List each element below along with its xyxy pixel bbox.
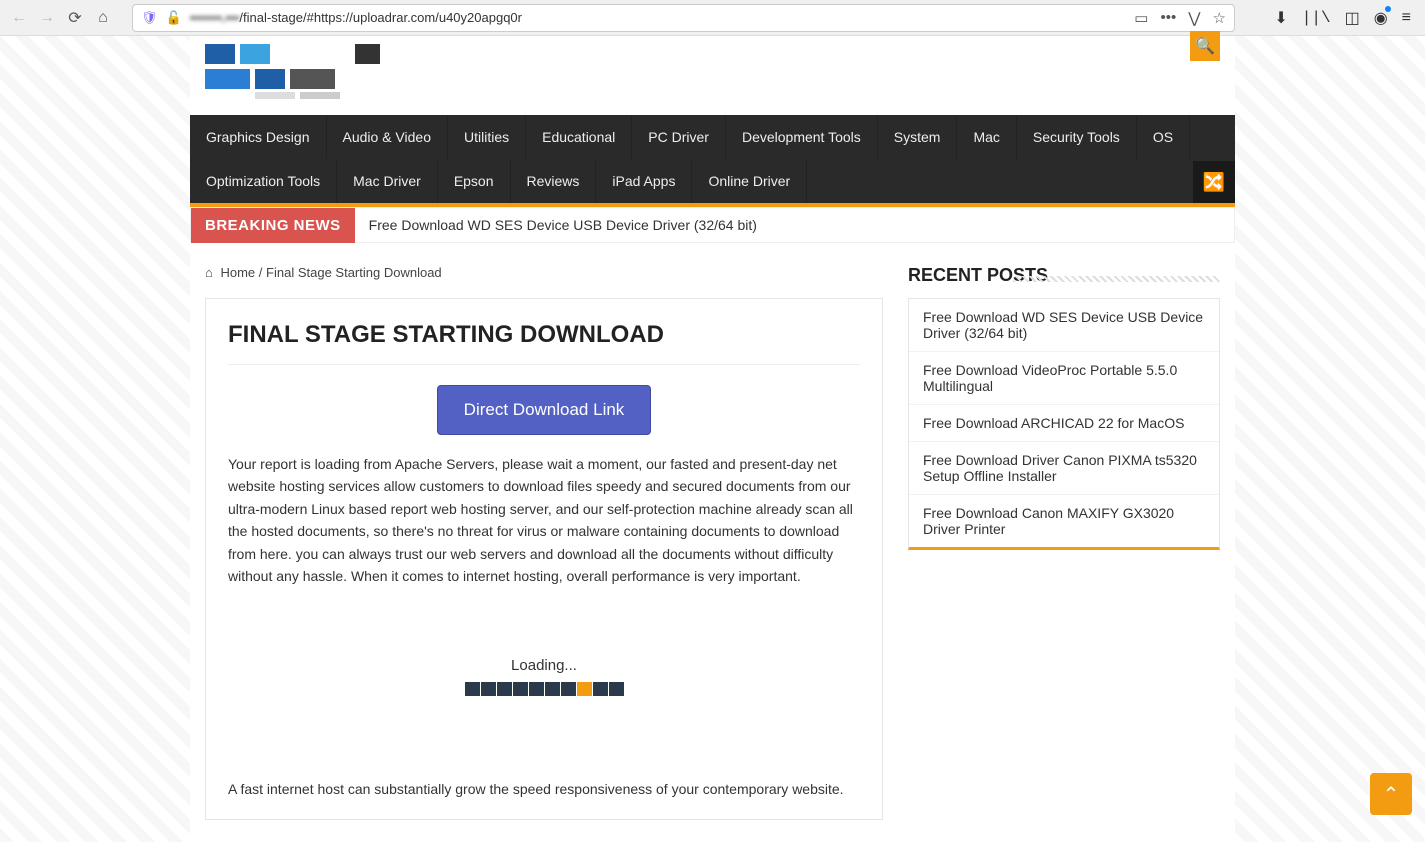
nav-item[interactable]: Utilities: [448, 115, 526, 159]
breadcrumb: ⌂ Home / Final Stage Starting Download: [205, 265, 883, 280]
nav-item[interactable]: Security Tools: [1017, 115, 1137, 159]
page-body: 🔍 Graphics Design Audio & Video Utilitie…: [0, 36, 1425, 842]
downloads-icon[interactable]: ⬇: [1274, 8, 1287, 28]
main-column: ⌂ Home / Final Stage Starting Download F…: [205, 265, 883, 820]
main-nav: Graphics Design Audio & Video Utilities …: [190, 115, 1235, 203]
recent-posts-box: Free Download WD SES Device USB Device D…: [908, 298, 1220, 550]
loading-segment: [593, 682, 608, 696]
bookmark-star-icon[interactable]: ☆: [1213, 9, 1226, 27]
site-header: 🔍: [190, 36, 1235, 115]
more-icon[interactable]: •••: [1160, 9, 1176, 26]
content-wrap: ⌂ Home / Final Stage Starting Download F…: [190, 243, 1235, 842]
sidebar: Recent Posts Free Download WD SES Device…: [908, 265, 1220, 820]
loading-segment-active: [577, 682, 592, 696]
chevron-up-icon: ⌃: [1383, 782, 1400, 807]
article-paragraph-2: A fast internet host can substantially g…: [228, 781, 860, 797]
home-icon: ⌂: [205, 265, 213, 280]
recent-post-item[interactable]: Free Download Canon MAXIFY GX3020 Driver…: [909, 495, 1219, 547]
loading-segment: [513, 682, 528, 696]
nav-item[interactable]: Educational: [526, 115, 632, 159]
loading-bar: [465, 682, 624, 696]
loading-segment: [529, 682, 544, 696]
nav-item[interactable]: Mac Driver: [337, 159, 438, 203]
site-container: 🔍 Graphics Design Audio & Video Utilitie…: [190, 36, 1235, 842]
nav-item[interactable]: PC Driver: [632, 115, 726, 159]
pocket-icon[interactable]: ⋁: [1188, 9, 1200, 27]
back-button[interactable]: ←: [10, 9, 28, 27]
loading-segment: [481, 682, 496, 696]
loading-area: Loading...: [228, 657, 860, 701]
download-button-wrap: Direct Download Link: [228, 385, 860, 435]
reload-button[interactable]: ⟳: [66, 9, 84, 27]
home-button[interactable]: ⌂: [94, 9, 112, 27]
breadcrumb-sep: /: [259, 265, 263, 280]
url-security-icons: 🛡 🔓: [141, 10, 182, 26]
site-logo[interactable]: [205, 44, 385, 99]
breadcrumb-current: Final Stage Starting Download: [266, 265, 442, 280]
library-icon[interactable]: ||\: [1302, 9, 1331, 27]
breadcrumb-home[interactable]: Home: [220, 265, 255, 280]
shield-icon[interactable]: 🛡: [141, 10, 158, 26]
url-text: ▪▪▪▪▪▪▪.▪▪▪/final-stage/#https://uploadr…: [190, 10, 1127, 25]
nav-item[interactable]: Optimization Tools: [190, 159, 337, 203]
menu-icon[interactable]: ≡: [1402, 9, 1411, 27]
loading-segment: [609, 682, 624, 696]
url-domain-blurred: ▪▪▪▪▪▪▪.▪▪▪: [190, 10, 240, 25]
url-bar[interactable]: 🛡 🔓 ▪▪▪▪▪▪▪.▪▪▪/final-stage/#https://upl…: [132, 4, 1235, 32]
recent-post-item[interactable]: Free Download Driver Canon PIXMA ts5320 …: [909, 442, 1219, 495]
article-box: Final Stage Starting Download Direct Dow…: [205, 298, 883, 820]
recent-posts-title: Recent Posts: [908, 265, 1220, 286]
reader-icon[interactable]: ▭: [1134, 9, 1148, 27]
breaking-label: Breaking News: [191, 208, 355, 243]
account-icon[interactable]: ◉: [1374, 8, 1388, 28]
search-button[interactable]: 🔍: [1190, 31, 1220, 61]
loading-segment: [545, 682, 560, 696]
loading-segment: [465, 682, 480, 696]
nav-item[interactable]: Epson: [438, 159, 511, 203]
nav-item[interactable]: OS: [1137, 115, 1190, 159]
recent-post-item[interactable]: Free Download WD SES Device USB Device D…: [909, 299, 1219, 352]
loading-label: Loading...: [511, 657, 577, 674]
scroll-top-button[interactable]: ⌃: [1370, 773, 1412, 815]
loading-segment: [561, 682, 576, 696]
nav-item[interactable]: Reviews: [511, 159, 597, 203]
title-underline: [228, 364, 860, 365]
nav-item[interactable]: Audio & Video: [327, 115, 448, 159]
recent-post-item[interactable]: Free Download ARCHICAD 22 for MacOS: [909, 405, 1219, 442]
nav-item[interactable]: iPad Apps: [596, 159, 692, 203]
search-icon: 🔍: [1195, 36, 1215, 56]
forward-button[interactable]: →: [38, 9, 56, 27]
shuffle-button[interactable]: 🔀: [1193, 161, 1235, 203]
article-paragraph-1: Your report is loading from Apache Serve…: [228, 453, 860, 587]
nav-item[interactable]: System: [878, 115, 958, 159]
recent-post-item[interactable]: Free Download VideoProc Portable 5.5.0 M…: [909, 352, 1219, 405]
sidebar-icon[interactable]: ◫: [1345, 8, 1360, 28]
direct-download-button[interactable]: Direct Download Link: [437, 385, 652, 435]
url-right-icons: ▭ ••• ⋁ ☆: [1134, 9, 1226, 27]
article-title: Final Stage Starting Download: [228, 321, 860, 349]
nav-item[interactable]: Development Tools: [726, 115, 878, 159]
nav-item[interactable]: Mac: [957, 115, 1016, 159]
loading-segment: [497, 682, 512, 696]
shuffle-icon: 🔀: [1203, 172, 1225, 193]
nav-item[interactable]: Online Driver: [692, 159, 807, 203]
lock-crossed-icon[interactable]: 🔓: [166, 10, 182, 26]
toolbar-right: ⬇ ||\ ◫ ◉ ≡: [1274, 8, 1411, 28]
breaking-text[interactable]: Free Download WD SES Device USB Device D…: [355, 217, 757, 233]
nav-item[interactable]: Graphics Design: [190, 115, 327, 159]
nav-buttons: ← → ⟳ ⌂: [10, 9, 112, 27]
breaking-news-bar: Breaking News Free Download WD SES Devic…: [190, 207, 1235, 243]
